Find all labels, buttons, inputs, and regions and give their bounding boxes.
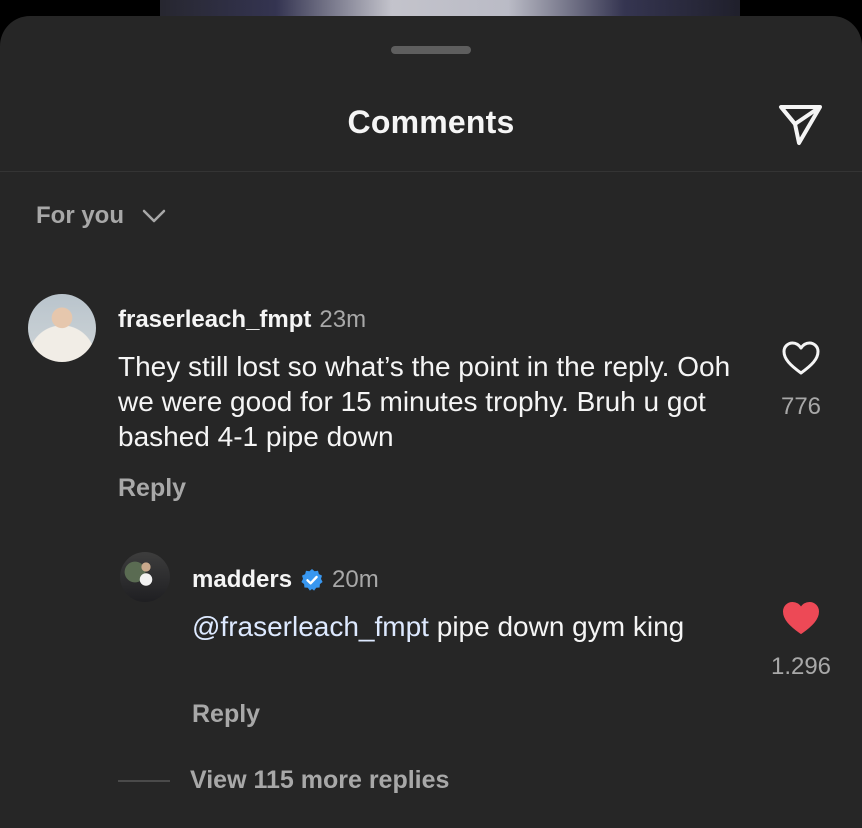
sheet-title: Comments: [347, 104, 515, 140]
reply-timestamp: 20m: [332, 566, 379, 593]
view-more-replies-button[interactable]: View 115 more replies: [118, 766, 449, 795]
reply-text: @fraserleach_fmpt pipe down gym king: [192, 609, 732, 644]
heart-filled-icon: [783, 602, 819, 634]
comments-sheet: Comments For you fraserleach_fmpt 23m Th…: [0, 16, 862, 828]
verified-badge-icon: [300, 568, 324, 592]
header-divider: [0, 171, 862, 172]
avatar[interactable]: [28, 294, 96, 362]
like-count: 1.296: [770, 653, 832, 680]
mention-link[interactable]: @fraserleach_fmpt: [192, 611, 429, 642]
reply-button[interactable]: Reply: [192, 700, 260, 729]
reply-button[interactable]: Reply: [118, 474, 186, 503]
comment-filter-dropdown[interactable]: For you: [36, 202, 166, 230]
reply-username[interactable]: madders: [192, 566, 292, 594]
comment-header: fraserleach_fmpt 23m: [118, 306, 366, 334]
comment-username[interactable]: fraserleach_fmpt: [118, 306, 311, 334]
send-icon: [779, 105, 822, 145]
avatar[interactable]: [120, 552, 170, 602]
chevron-down-icon: [142, 209, 166, 223]
share-button[interactable]: [772, 98, 828, 150]
heart-outline-icon: [782, 341, 820, 375]
comment-text: They still lost so what’s the point in t…: [118, 351, 731, 452]
like-count: 776: [780, 393, 822, 420]
like-button[interactable]: [780, 338, 822, 378]
like-button[interactable]: [780, 598, 822, 638]
reply-text-content: pipe down gym king: [428, 611, 685, 642]
filter-label: For you: [36, 202, 124, 229]
view-more-replies-label: View 115 more replies: [190, 766, 450, 794]
comment-timestamp: 23m: [319, 306, 367, 333]
thread-line: [118, 779, 170, 782]
sheet-drag-handle[interactable]: [391, 46, 471, 54]
reply-header: madders 20m: [192, 566, 379, 594]
